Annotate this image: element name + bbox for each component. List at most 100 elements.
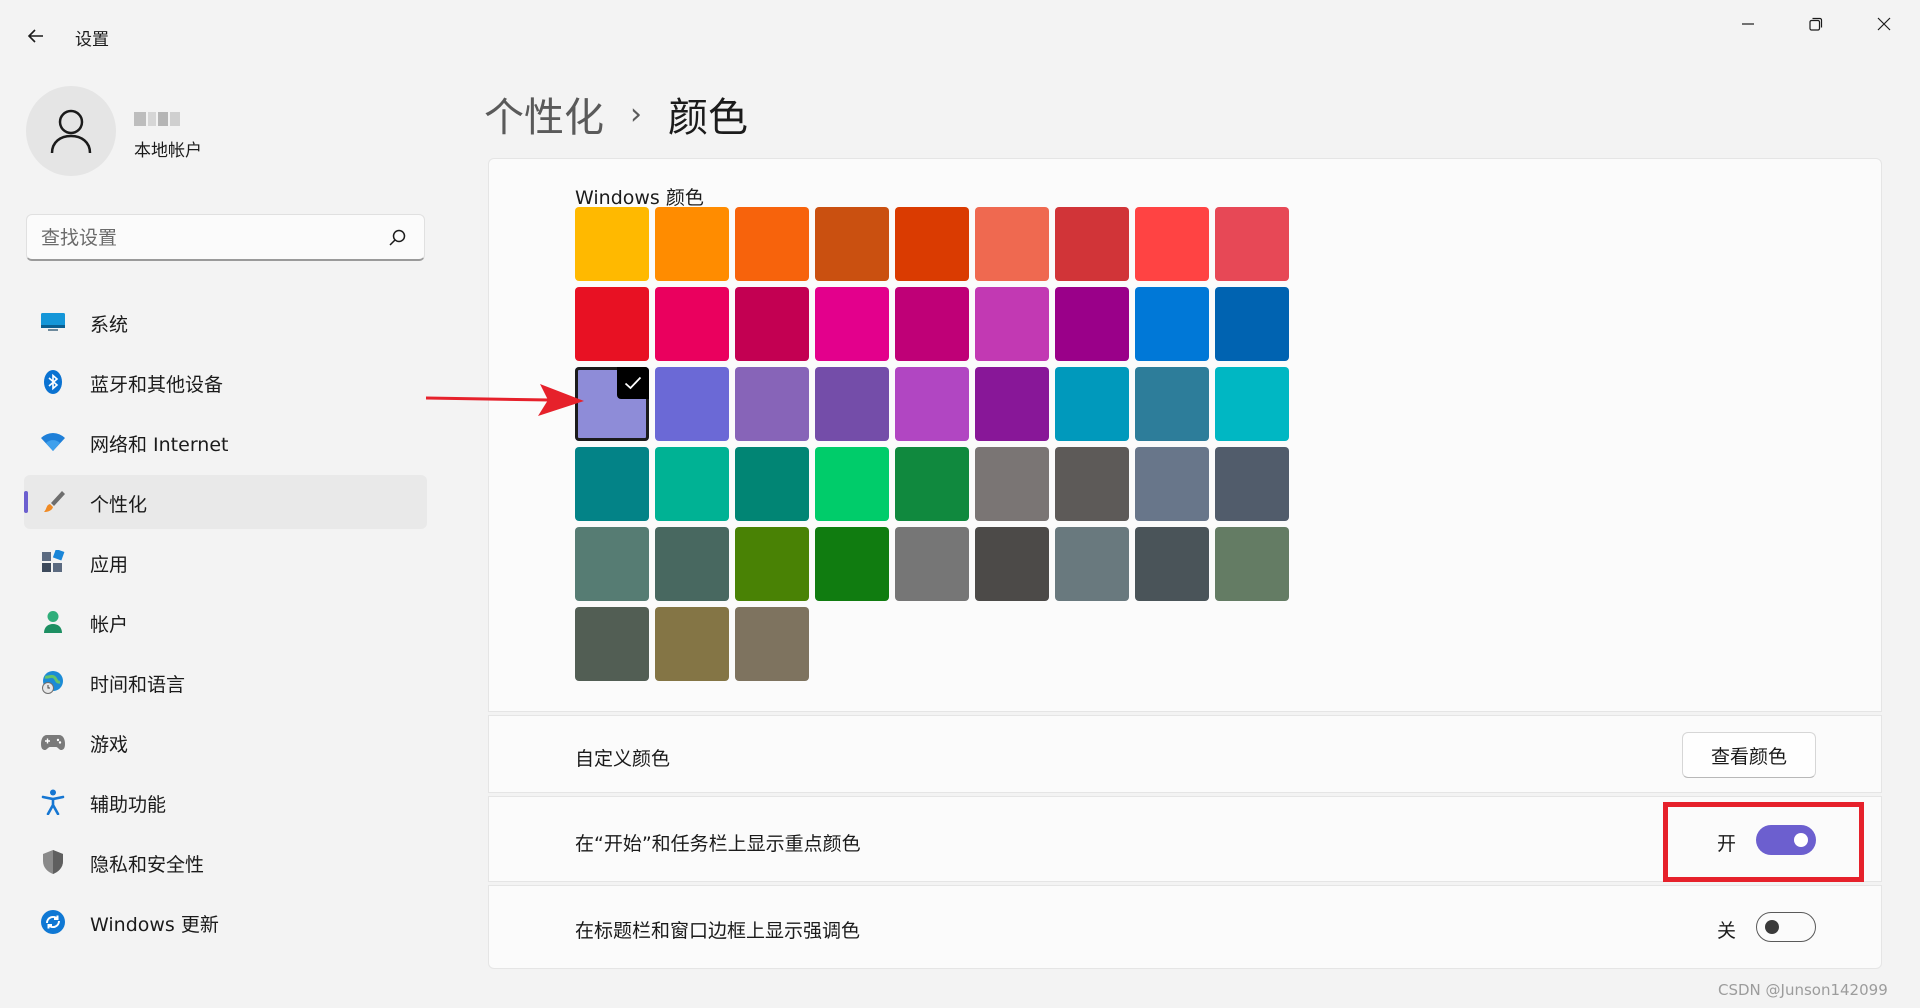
color-swatch[interactable] [655,447,729,521]
custom-color-label: 自定义颜色 [575,748,671,770]
color-swatch[interactable] [1215,287,1289,361]
color-swatch[interactable] [655,287,729,361]
account-type: 本地帐户 [134,141,202,161]
color-swatch[interactable] [895,447,969,521]
color-swatch[interactable] [575,447,649,521]
user-profile[interactable]: 本地帐户 [26,86,426,178]
search-input[interactable] [41,225,371,251]
sidebar-item-personalization[interactable]: 个性化 [24,475,427,529]
color-swatch[interactable] [815,207,889,281]
titlebar-accent-row: 在标题栏和窗口边框上显示强调色 关 [488,885,1882,969]
sidebar-item-accessibility[interactable]: 辅助功能 [24,775,427,829]
color-swatch[interactable] [735,527,809,601]
color-swatch[interactable] [1215,207,1289,281]
update-icon [40,909,66,935]
color-swatch[interactable] [655,207,729,281]
breadcrumb-parent[interactable]: 个性化 [484,85,604,143]
sidebar-item-windows-update[interactable]: Windows 更新 [24,895,427,949]
color-swatch[interactable] [815,287,889,361]
color-swatch[interactable] [1055,287,1129,361]
color-swatch[interactable] [895,527,969,601]
sidebar-item-label: 应用 [90,554,129,576]
color-swatch[interactable] [1135,367,1209,441]
color-swatch-grid [575,207,1289,681]
sidebar-item-label: 隐私和安全性 [90,854,205,876]
watermark: CSDN @Junson142099 [1718,981,1888,999]
color-swatch[interactable] [575,527,649,601]
color-swatch[interactable] [975,447,1049,521]
color-swatch[interactable] [655,607,729,681]
sidebar-item-network[interactable]: 网络和 Internet [24,415,427,469]
restore-icon [1809,17,1823,31]
sidebar-item-label: Windows 更新 [90,914,219,936]
color-swatch[interactable] [1055,447,1129,521]
close-icon [1877,17,1891,31]
color-swatch[interactable] [815,527,889,601]
color-swatch[interactable] [735,367,809,441]
sidebar-item-label: 辅助功能 [90,794,167,816]
color-swatch[interactable] [1055,207,1129,281]
back-button[interactable] [18,18,54,54]
minimize-button[interactable] [1714,0,1782,48]
color-swatch[interactable] [1215,367,1289,441]
color-swatch[interactable] [975,287,1049,361]
account-icon [40,609,66,635]
view-colors-button[interactable]: 查看颜色 [1682,732,1816,778]
back-arrow-icon [27,29,43,43]
color-swatch[interactable] [1135,527,1209,601]
color-swatch[interactable] [1135,207,1209,281]
sidebar-item-gaming[interactable]: 游戏 [24,715,427,769]
color-swatch[interactable] [1215,527,1289,601]
sidebar-item-system[interactable]: 系统 [24,295,427,349]
sidebar-item-apps[interactable]: 应用 [24,535,427,589]
restore-button[interactable] [1782,0,1850,48]
color-swatch[interactable] [895,367,969,441]
color-swatch-selected[interactable] [575,367,649,441]
page-title: 颜色 [668,95,748,141]
app-title: 设置 [75,30,109,50]
color-swatch[interactable] [1055,367,1129,441]
sidebar-item-label: 帐户 [90,614,129,636]
user-name-redacted [134,112,180,130]
color-swatch[interactable] [975,527,1049,601]
color-swatch[interactable] [1215,447,1289,521]
toggle-state-text: 关 [1717,920,1737,942]
close-button[interactable] [1850,0,1918,48]
sidebar-item-label: 游戏 [90,734,129,756]
user-icon [50,109,92,154]
color-swatch[interactable] [975,207,1049,281]
color-swatch[interactable] [815,367,889,441]
globe-clock-icon [40,669,66,695]
color-swatch[interactable] [735,607,809,681]
sidebar-item-label: 时间和语言 [90,674,186,696]
custom-color-row: 自定义颜色 查看颜色 [488,715,1882,793]
titlebar-accent-toggle[interactable] [1756,912,1816,942]
toggle-knob [1765,919,1779,934]
sidebar-item-bluetooth[interactable]: 蓝牙和其他设备 [24,355,427,409]
checkmark-icon [617,367,649,399]
color-swatch[interactable] [655,527,729,601]
sidebar-item-label: 个性化 [90,494,148,516]
color-swatch[interactable] [655,367,729,441]
color-swatch[interactable] [575,287,649,361]
color-swatch[interactable] [735,207,809,281]
color-swatch[interactable] [1055,527,1129,601]
color-swatch[interactable] [575,207,649,281]
shield-icon [40,849,66,875]
color-swatch[interactable] [735,447,809,521]
color-swatch[interactable] [895,207,969,281]
search-box[interactable] [26,214,425,261]
color-swatch[interactable] [575,607,649,681]
sidebar-nav: 系统 蓝牙和其他设备 网络和 Internet 个性化 应用 帐户 时间和语言 … [24,295,427,955]
brush-icon [40,489,66,515]
color-swatch[interactable] [895,287,969,361]
sidebar-item-privacy[interactable]: 隐私和安全性 [24,835,427,889]
sidebar-item-accounts[interactable]: 帐户 [24,595,427,649]
color-swatch[interactable] [1135,287,1209,361]
color-swatch[interactable] [815,447,889,521]
color-swatch[interactable] [1135,447,1209,521]
color-swatch[interactable] [735,287,809,361]
color-swatch[interactable] [975,367,1049,441]
sidebar-item-label: 系统 [90,314,129,336]
sidebar-item-time-language[interactable]: 时间和语言 [24,655,427,709]
